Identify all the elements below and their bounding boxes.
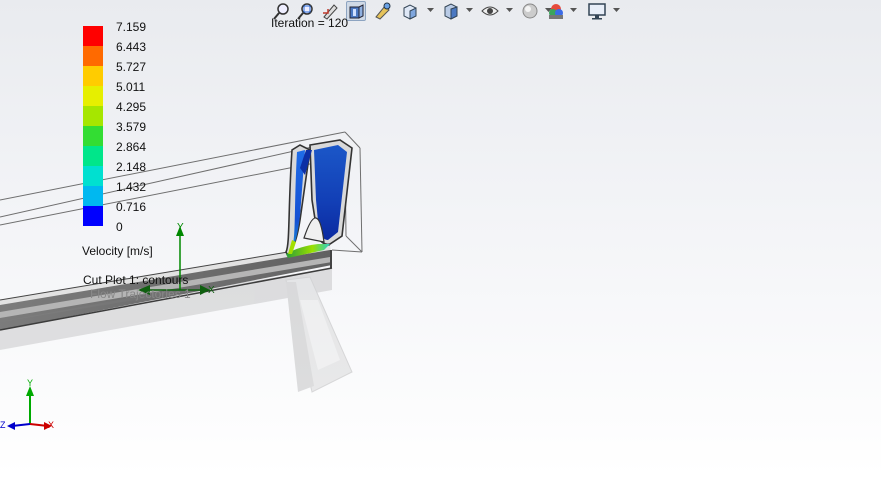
flow-trajectories-label[interactable]: Flow Trajectories 1: [90, 287, 191, 301]
triad-y-label: Y: [27, 378, 34, 388]
legend-tick-label: 5.727: [116, 60, 147, 74]
legend-tick-label: 3.579: [116, 120, 147, 134]
legend-tick-label: 6.443: [116, 40, 147, 54]
legend-swatch: [83, 86, 103, 106]
legend-swatch: [83, 206, 103, 226]
legend-swatch: [83, 166, 103, 186]
model-axis-x-label: X: [208, 285, 215, 296]
view-settings-dropdown-icon[interactable]: [613, 7, 620, 13]
view-settings-icon[interactable]: [587, 1, 607, 21]
view-orientation-icon[interactable]: [400, 1, 420, 21]
legend-swatch: [83, 126, 103, 146]
triad-z-label: Z: [0, 420, 6, 430]
section-view-icon[interactable]: [346, 1, 366, 21]
legend-swatch: [83, 146, 103, 166]
legend-tick-label: 4.295: [116, 100, 147, 114]
display-style-dropdown-icon[interactable]: [466, 7, 473, 13]
edit-appearance-icon[interactable]: [520, 1, 540, 21]
view-orientation-dropdown-icon[interactable]: [427, 7, 434, 13]
legend-tick-label: 2.864: [116, 140, 147, 154]
legend-tick-label: 1.432: [116, 180, 147, 194]
triad-x-label: X: [48, 420, 55, 430]
hide-show-dropdown-icon[interactable]: [506, 7, 513, 13]
apply-scene-icon[interactable]: [546, 1, 566, 21]
velocity-legend[interactable]: 7.159 6.443 5.727 5.011 4.295 3.579 2.864 2.148…: [0, 0, 200, 310]
dynamic-annotation-icon[interactable]: [373, 1, 393, 21]
iteration-counter: Iteration = 120: [271, 16, 349, 30]
legend-title: Velocity [m/s]: [82, 244, 153, 258]
apply-scene-dropdown-icon[interactable]: [570, 7, 577, 13]
legend-swatch: [83, 66, 103, 86]
cut-plot-label[interactable]: Cut Plot 1: contours: [83, 273, 188, 287]
legend-tick-label: 5.011: [116, 80, 146, 94]
legend-swatch: [83, 106, 103, 126]
legend-tick-label: 7.159: [116, 20, 147, 34]
legend-tick-label: 2.148: [116, 160, 147, 174]
legend-swatch: [83, 186, 103, 206]
display-style-icon[interactable]: [441, 1, 461, 21]
hide-show-items-icon[interactable]: [480, 1, 500, 21]
gate-structure: [285, 139, 353, 258]
legend-swatch: [83, 26, 103, 46]
legend-tick-label: 0.716: [116, 200, 147, 214]
legend-swatch: [83, 46, 103, 66]
graphics-area[interactable]: Y X Y X Z 7.159 6.443 5.727 5.011 4.295 3.579…: [0, 0, 881, 477]
legend-tick-label: 0: [116, 220, 123, 234]
